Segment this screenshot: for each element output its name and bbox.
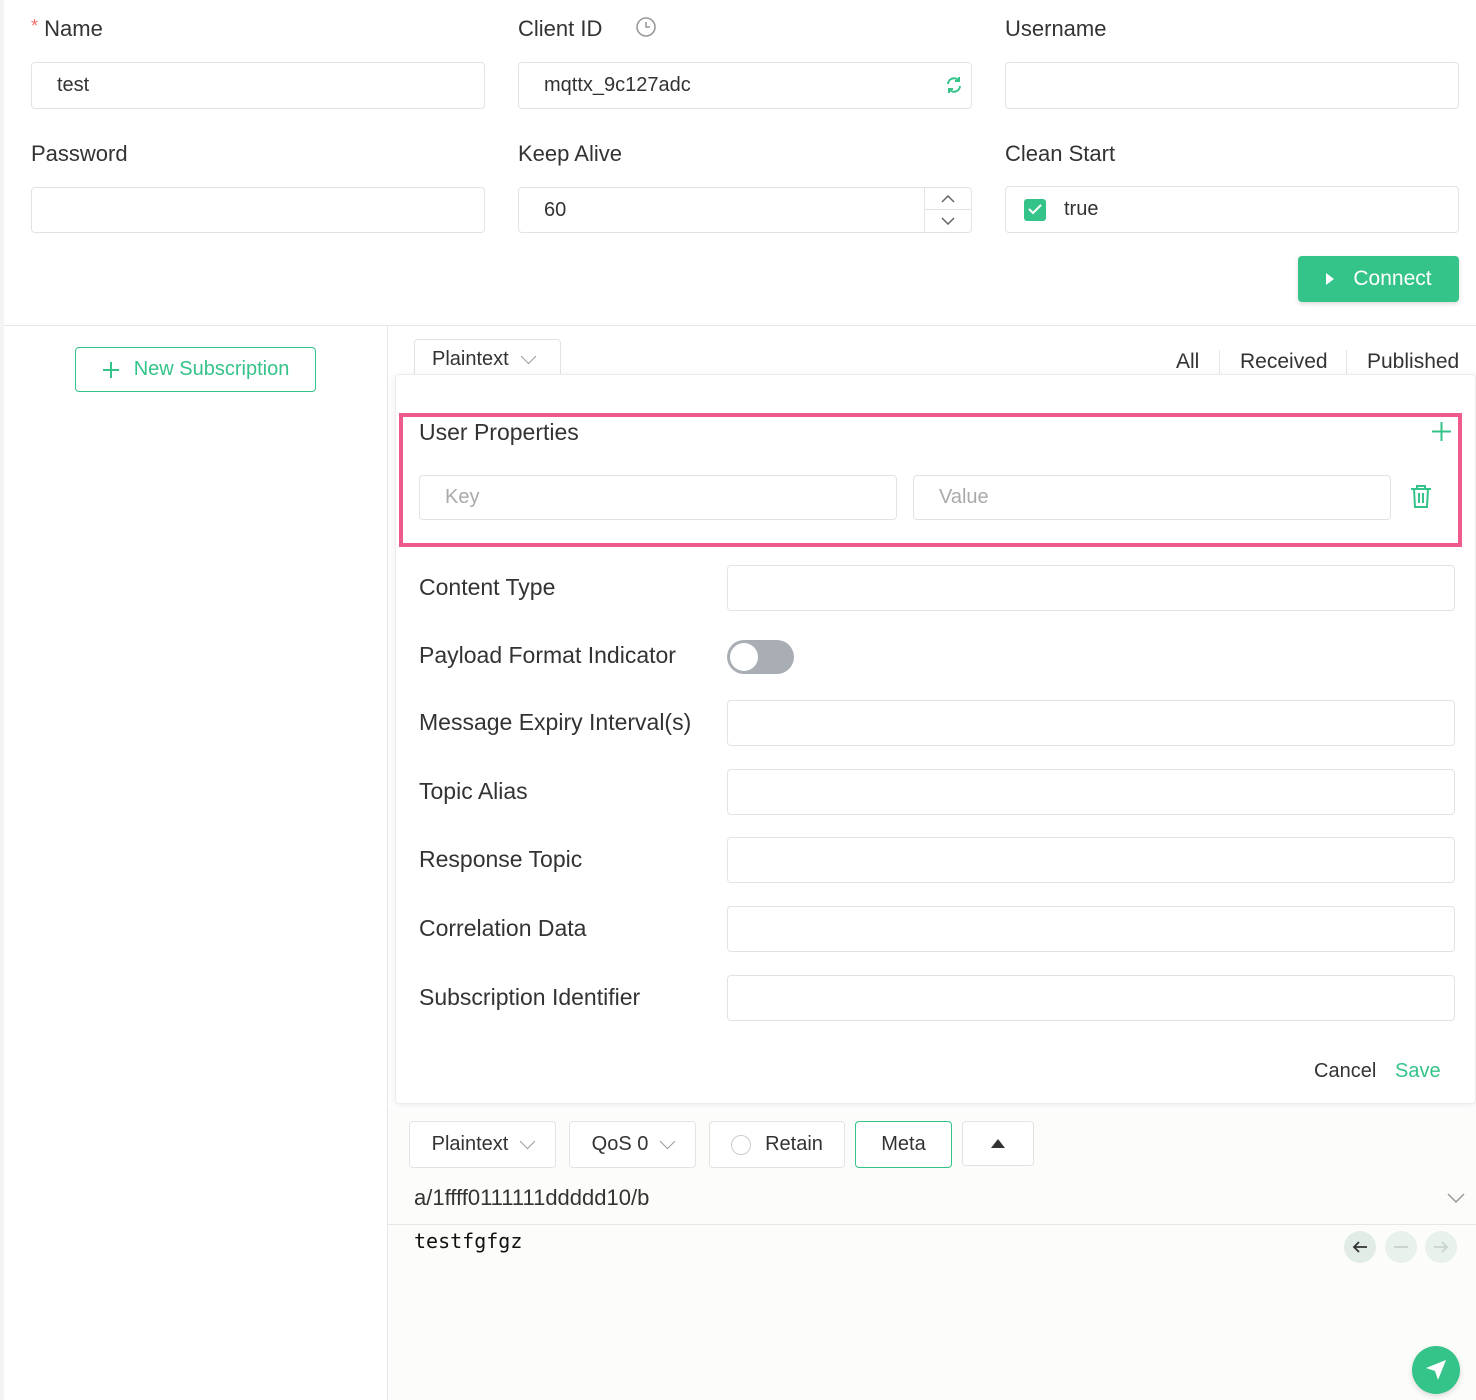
- message-format-select[interactable]: Plaintext: [414, 339, 561, 379]
- subscription-identifier-input[interactable]: [727, 975, 1455, 1021]
- password-input[interactable]: [31, 187, 485, 233]
- name-label: * Name: [31, 16, 103, 42]
- subscription-identifier-label: Subscription Identifier: [419, 984, 641, 1010]
- meta-button[interactable]: Meta: [855, 1121, 952, 1168]
- response-topic-input[interactable]: [727, 837, 1455, 883]
- stepper-down-button[interactable]: [925, 210, 971, 231]
- keep-alive-input[interactable]: 60: [518, 187, 972, 233]
- content-type-label: Content Type: [419, 574, 556, 600]
- connect-button[interactable]: Connect: [1298, 256, 1459, 302]
- chevron-down-icon[interactable]: [1447, 1193, 1465, 1204]
- switch-knob: [730, 643, 758, 671]
- publish-topic-input[interactable]: a/1ffff0111111ddddd10/b: [414, 1185, 649, 1211]
- retain-radio[interactable]: [731, 1134, 752, 1155]
- chevron-down-icon: [941, 216, 955, 225]
- qos-value: QoS 0: [591, 1133, 649, 1155]
- retain-label: Retain: [765, 1133, 823, 1155]
- trash-icon[interactable]: [1410, 485, 1432, 509]
- name-input[interactable]: test: [31, 62, 485, 109]
- play-icon: [1326, 273, 1335, 285]
- username-input[interactable]: [1005, 62, 1459, 109]
- client-id-input[interactable]: mqttx_9c127adc: [518, 62, 972, 109]
- keep-alive-stepper: [924, 188, 971, 232]
- tab-published[interactable]: Published: [1367, 350, 1459, 374]
- topic-alias-label: Topic Alias: [419, 778, 528, 804]
- connect-label: Connect: [1353, 267, 1432, 290]
- content-type-input[interactable]: [727, 565, 1455, 611]
- message-expiry-label: Message Expiry Interval(s): [419, 709, 692, 735]
- client-id-label: Client ID: [518, 16, 603, 41]
- message-format-value: Plaintext: [432, 348, 509, 370]
- payload-format-label: Payload Format Indicator: [419, 642, 676, 668]
- chevron-down-icon: [520, 1133, 536, 1149]
- required-mark: *: [31, 16, 39, 36]
- property-value-input[interactable]: Value: [913, 475, 1391, 520]
- history-back-button[interactable]: [1344, 1231, 1376, 1263]
- correlation-data-input[interactable]: [727, 906, 1455, 952]
- check-icon: [1028, 204, 1042, 215]
- send-button[interactable]: [1412, 1346, 1460, 1394]
- property-key-input[interactable]: Key: [419, 475, 897, 520]
- tab-all[interactable]: All: [1176, 350, 1199, 374]
- clean-start-checkbox[interactable]: [1024, 198, 1046, 221]
- publish-format-select[interactable]: Plaintext: [409, 1121, 556, 1168]
- publish-payload-editor[interactable]: testfgfgz: [414, 1229, 522, 1253]
- arrow-right-icon: [1434, 1241, 1449, 1253]
- send-icon: [1426, 1360, 1446, 1380]
- chevron-down-icon: [520, 348, 536, 364]
- topic-divider: [388, 1224, 1476, 1225]
- keep-alive-value: 60: [544, 198, 567, 221]
- username-label: Username: [1005, 16, 1107, 41]
- cancel-button[interactable]: Cancel: [1314, 1060, 1376, 1083]
- clean-start-value: true: [1064, 198, 1099, 220]
- user-properties-label: User Properties: [419, 419, 579, 445]
- caret-up-icon: [991, 1139, 1005, 1148]
- new-subscription-label: New Subscription: [133, 358, 290, 380]
- window-left-edge: [0, 0, 4, 1400]
- arrow-left-icon: [1352, 1241, 1367, 1253]
- publish-format-value: Plaintext: [431, 1133, 509, 1155]
- collapse-button[interactable]: [962, 1121, 1034, 1166]
- save-button[interactable]: Save: [1395, 1060, 1441, 1083]
- chevron-down-icon: [660, 1133, 676, 1149]
- section-divider: [4, 325, 1476, 326]
- tab-separator: [1219, 350, 1220, 374]
- correlation-data-label: Correlation Data: [419, 915, 587, 941]
- chevron-up-icon: [941, 194, 955, 203]
- retain-toggle[interactable]: Retain: [709, 1121, 845, 1168]
- add-property-icon[interactable]: [1431, 421, 1452, 442]
- name-label-text: Name: [44, 16, 103, 41]
- history-forward-button[interactable]: [1425, 1231, 1457, 1263]
- keep-alive-label: Keep Alive: [518, 141, 622, 166]
- tab-separator: [1346, 350, 1347, 374]
- payload-format-switch[interactable]: [727, 640, 794, 674]
- response-topic-label: Response Topic: [419, 846, 583, 872]
- stepper-up-button[interactable]: [925, 188, 971, 210]
- qos-select[interactable]: QoS 0: [569, 1121, 696, 1168]
- clean-start-label: Clean Start: [1005, 141, 1116, 166]
- refresh-icon[interactable]: [944, 75, 964, 95]
- topic-alias-input[interactable]: [727, 769, 1455, 815]
- history-clear-button[interactable]: [1385, 1231, 1417, 1263]
- clean-start-field: true: [1005, 186, 1459, 233]
- tab-received[interactable]: Received: [1240, 350, 1328, 374]
- password-label: Password: [31, 141, 128, 166]
- message-expiry-input[interactable]: [727, 700, 1455, 746]
- new-subscription-button[interactable]: New Subscription: [75, 347, 316, 392]
- plus-icon: [102, 361, 119, 378]
- clock-icon[interactable]: [635, 16, 657, 38]
- minus-icon: [1394, 1246, 1408, 1248]
